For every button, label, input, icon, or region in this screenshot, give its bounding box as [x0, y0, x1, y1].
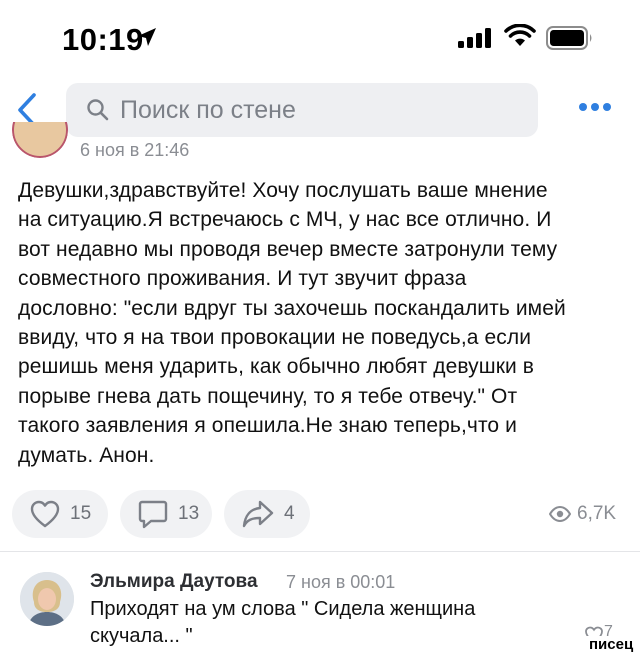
wifi-icon	[504, 24, 536, 46]
post-date: 6 ноя в 21:46	[80, 141, 190, 158]
views-counter: 6,7K	[549, 503, 616, 525]
comment-button[interactable]: 13	[120, 490, 212, 538]
comment-time: 7 ноя в 00:01	[286, 572, 396, 592]
status-time: 10:19	[62, 22, 144, 57]
like-count: 15	[70, 503, 92, 524]
heart-icon	[30, 500, 60, 528]
post-text: Девушки,здравствуйте! Хочу послушать ваш…	[18, 179, 566, 467]
search-box[interactable]	[66, 83, 538, 137]
like-button[interactable]: 15	[12, 490, 108, 538]
search-input[interactable]	[120, 83, 520, 137]
share-count: 4	[284, 503, 295, 524]
share-arrow-icon	[242, 500, 274, 528]
avatar-photo	[20, 572, 74, 626]
divider	[0, 551, 640, 552]
views-count: 6,7K	[577, 503, 617, 524]
comment-icon	[138, 500, 168, 529]
comment-text: Приходят на ум слова " Сидела женщина ск…	[90, 598, 476, 647]
location-arrow-icon	[138, 28, 156, 46]
share-button[interactable]: 4	[224, 490, 310, 538]
status-bar: 10:19	[0, 0, 640, 76]
more-options-icon[interactable]	[578, 102, 612, 112]
comment-author-name[interactable]: Эльмира Даутова	[90, 571, 258, 593]
eye-icon	[549, 506, 571, 522]
post-author-avatar[interactable]	[12, 122, 68, 158]
comment-author-avatar[interactable]	[20, 572, 74, 626]
battery-icon	[546, 26, 592, 50]
cellular-signal-icon	[458, 28, 491, 48]
search-icon	[87, 99, 109, 121]
comment-count: 13	[178, 503, 200, 524]
watermark: писец	[586, 636, 637, 653]
